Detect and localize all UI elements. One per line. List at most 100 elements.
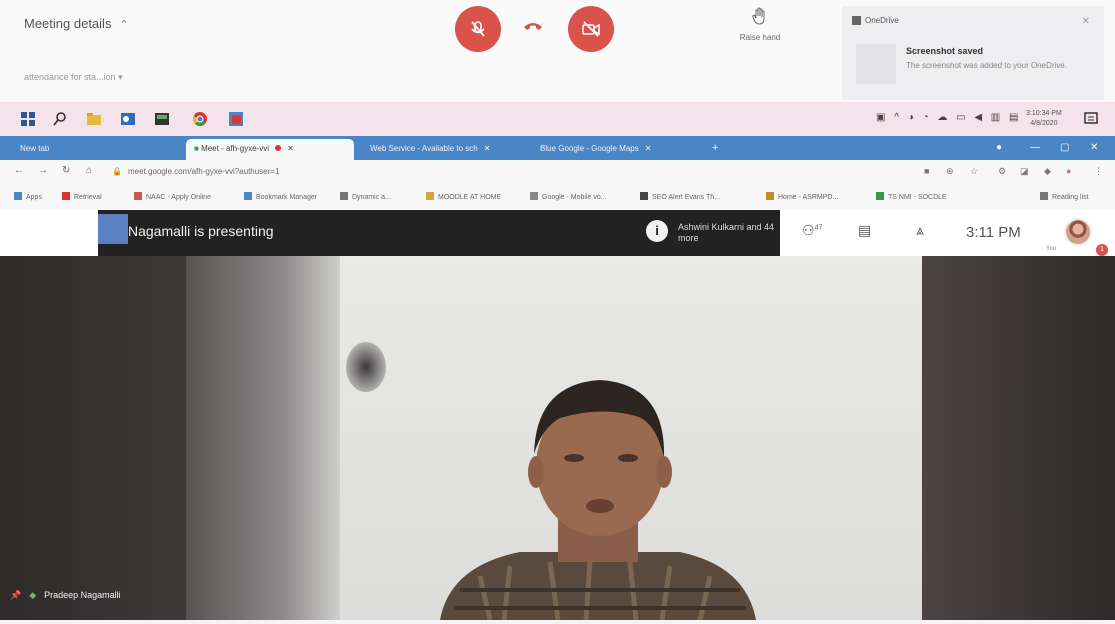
reload-icon[interactable]: ↻ [62, 165, 70, 176]
profile-dot-icon[interactable]: ● [996, 142, 1002, 153]
avatar[interactable] [1064, 218, 1092, 246]
bookmark-item[interactable]: Retrieval [62, 192, 102, 201]
raise-hand-button[interactable]: Raise hand [730, 6, 790, 42]
recording-icon [275, 145, 282, 151]
notification-title: Screenshot saved [906, 46, 984, 56]
notification-app-name: OneDrive [865, 16, 899, 25]
bookmark-icon [640, 192, 648, 200]
bookmark-label: Reading list [1052, 194, 1089, 201]
extension-icon[interactable]: ◆ [1044, 166, 1051, 177]
extension-icon[interactable]: ◪ [1020, 166, 1029, 177]
close-window-icon[interactable]: ✕ [1090, 142, 1098, 153]
activities-icon[interactable]: ⩓ [916, 222, 924, 239]
bookmark-label: Bookmark Manager [256, 194, 318, 201]
bookmark-item[interactable]: MOODLE AT HOME [426, 192, 501, 201]
meet-favicon-icon: ■ [194, 144, 202, 153]
reading-list[interactable]: Reading list [1040, 192, 1089, 201]
you-label: You [1046, 246, 1057, 252]
video-feed: 📌 ◆ Pradeep Nagamalli [0, 256, 1115, 620]
windows-start-icon[interactable] [20, 111, 36, 127]
bookmark-label: MOODLE AT HOME [438, 194, 502, 201]
bookmark-item[interactable]: TS NMI - SOCDLE [876, 192, 947, 201]
extension-icon[interactable]: ⚙ [998, 166, 1006, 177]
bookmark-apps[interactable]: Apps [14, 192, 42, 201]
apps-icon [14, 192, 22, 200]
bookmark-item[interactable]: Dynamic a... [340, 192, 391, 201]
hang-up-button[interactable] [522, 18, 544, 32]
onedrive-notification[interactable]: OneDrive ✕ Screenshot saved The screensh… [842, 6, 1104, 100]
chrome-icon[interactable] [192, 111, 208, 127]
taskbar-date: 4/8/2020 [1030, 120, 1058, 127]
people-icon: ⚇ [802, 222, 815, 238]
close-tab-icon[interactable]: ✕ [484, 144, 491, 153]
app-icon[interactable] [154, 111, 170, 127]
pin-icon[interactable]: 📌 [10, 590, 21, 601]
mic-off-button[interactable] [455, 6, 501, 52]
tab-new-tab[interactable]: New tab [12, 139, 172, 160]
presenting-text: Nagamalli is presenting [128, 223, 274, 239]
tab-label: Meet - afh-gyxe-vvi [201, 144, 270, 153]
file-explorer-icon[interactable] [86, 111, 102, 127]
star-icon[interactable]: ☆ [970, 166, 978, 177]
bookmark-item[interactable]: Google - Mobile vo... [530, 192, 607, 201]
camera-off-icon [582, 21, 600, 37]
bookmark-icon [426, 192, 434, 200]
bookmarks-bar: Apps Retrieval NAAC - Apply Online Bookm… [0, 184, 1115, 210]
camera-off-button[interactable] [568, 6, 614, 52]
wall-spot [346, 342, 386, 392]
participant-name: Pradeep Nagamalli [44, 590, 121, 600]
notifications-icon[interactable] [1083, 111, 1099, 127]
bookmark-item[interactable]: SEO Alert Evans Th... [640, 192, 720, 201]
minimize-icon[interactable]: — [1030, 142, 1040, 153]
mic-off-icon [471, 21, 485, 37]
zoom-icon[interactable]: ⊕ [946, 166, 954, 177]
meeting-details-button[interactable]: Meeting details ⌃ [24, 16, 129, 31]
meeting-details-label: Meeting details [24, 16, 112, 31]
screen: Meeting details ⌃ attendance for sta...io… [0, 0, 1115, 624]
bookmark-label: Retrieval [74, 194, 102, 201]
back-icon[interactable]: ← [14, 165, 24, 176]
chat-icon[interactable]: ▤ [858, 222, 871, 239]
bookmark-icon [340, 192, 348, 200]
presenter-subtext: Ashwini Kulkarni and 44 more [678, 222, 775, 243]
profile-avatar-icon[interactable]: ● [1066, 166, 1071, 176]
bookmark-label: Home - ASRMPD... [778, 194, 839, 201]
bookmark-item[interactable]: Home - ASRMPD... [766, 192, 838, 201]
outlook-icon[interactable] [120, 111, 136, 127]
new-tab-button[interactable]: + [712, 142, 718, 154]
forward-icon[interactable]: → [38, 165, 48, 176]
meet-top-bar: Meeting details ⌃ attendance for sta...io… [0, 0, 1115, 102]
participants-count: 47 [814, 224, 823, 232]
bookmark-item[interactable]: NAAC - Apply Online [134, 192, 211, 201]
close-tab-icon[interactable]: ✕ [645, 144, 652, 153]
windows-taskbar: ▣ ^ ◑ ◔ ☁ ▭ ◀ ▥ ▤ 3:10:34 PM 4/8/2020 [0, 102, 1115, 136]
reading-list-icon [1040, 192, 1048, 200]
close-icon[interactable]: ✕ [1082, 16, 1090, 27]
home-icon[interactable]: ⌂ [86, 165, 92, 176]
url-field[interactable]: meet.google.com/afh-gyxe-vvi?authuser=1 [128, 167, 279, 176]
menu-icon[interactable]: ⋮ [1094, 166, 1103, 177]
tab-web-service[interactable]: Web Service - Available to sch ✕ [362, 139, 526, 160]
snip-icon[interactable] [228, 111, 244, 127]
participant-video-figure [440, 380, 756, 620]
search-icon[interactable] [52, 111, 68, 127]
system-tray[interactable]: ▣ ^ ◑ ◔ ☁ ▭ ◀ ▥ ▤ [876, 112, 1021, 123]
attendance-extension[interactable]: attendance for sta...ion ▾ [24, 72, 123, 83]
bookmark-label: Apps [26, 194, 42, 201]
tab-maps[interactable]: Blue Google - Google Maps ✕ [532, 139, 704, 160]
bookmark-icon [244, 192, 252, 200]
info-icon[interactable]: i [646, 220, 668, 242]
onedrive-icon [852, 16, 861, 26]
taskbar-clock[interactable]: 3:10:34 PM 4/8/2020 [1026, 109, 1062, 129]
camera-permission-icon[interactable]: ■ [924, 166, 929, 176]
attendance-label: attendance for sta...ion [24, 72, 116, 82]
present-screen-icon [98, 214, 128, 244]
tab-label: Blue Google - Google Maps [540, 144, 639, 153]
maximize-icon[interactable]: ▢ [1060, 142, 1069, 153]
tab-meet[interactable]: ■ Meet - afh-gyxe-vvi ✕ [186, 139, 354, 160]
bookmark-item[interactable]: Bookmark Manager [244, 192, 317, 201]
close-tab-icon[interactable]: ✕ [287, 144, 294, 153]
tab-label: New tab [20, 144, 50, 153]
participants-button[interactable]: ⚇47 [802, 222, 822, 239]
meeting-clock: 3:11 PM [966, 224, 1021, 241]
